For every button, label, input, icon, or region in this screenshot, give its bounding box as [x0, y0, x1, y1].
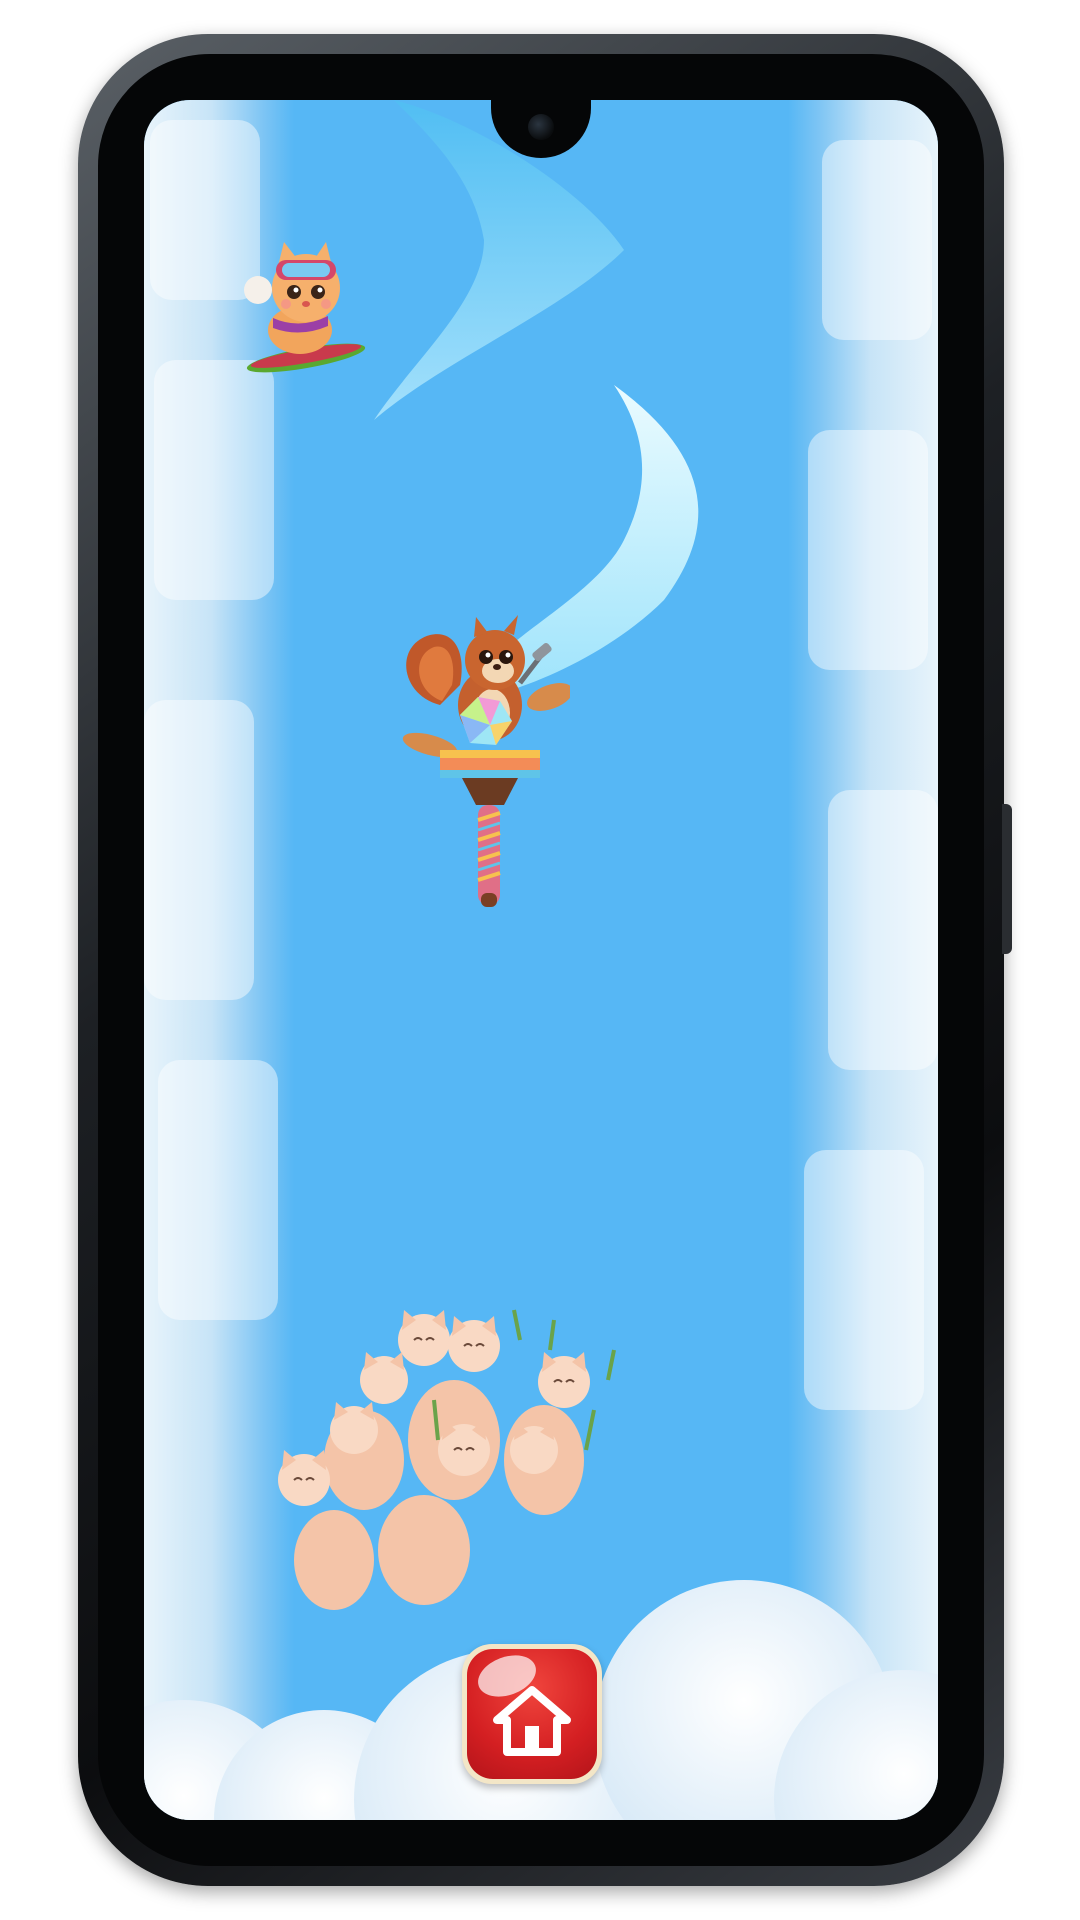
phone-bezel — [98, 54, 984, 1866]
player-squirrel-pogo[interactable] — [400, 605, 570, 915]
home-button[interactable] — [462, 1644, 602, 1784]
cat-crowd — [278, 1309, 616, 1610]
game-screen[interactable] — [144, 100, 938, 1820]
home-icon — [493, 1685, 571, 1756]
front-camera-icon — [528, 114, 554, 140]
phone-side-button — [1002, 804, 1012, 954]
opponent-cat-snowboarder — [244, 242, 366, 373]
phone-frame — [78, 34, 1012, 1886]
home-button-face — [467, 1649, 597, 1779]
